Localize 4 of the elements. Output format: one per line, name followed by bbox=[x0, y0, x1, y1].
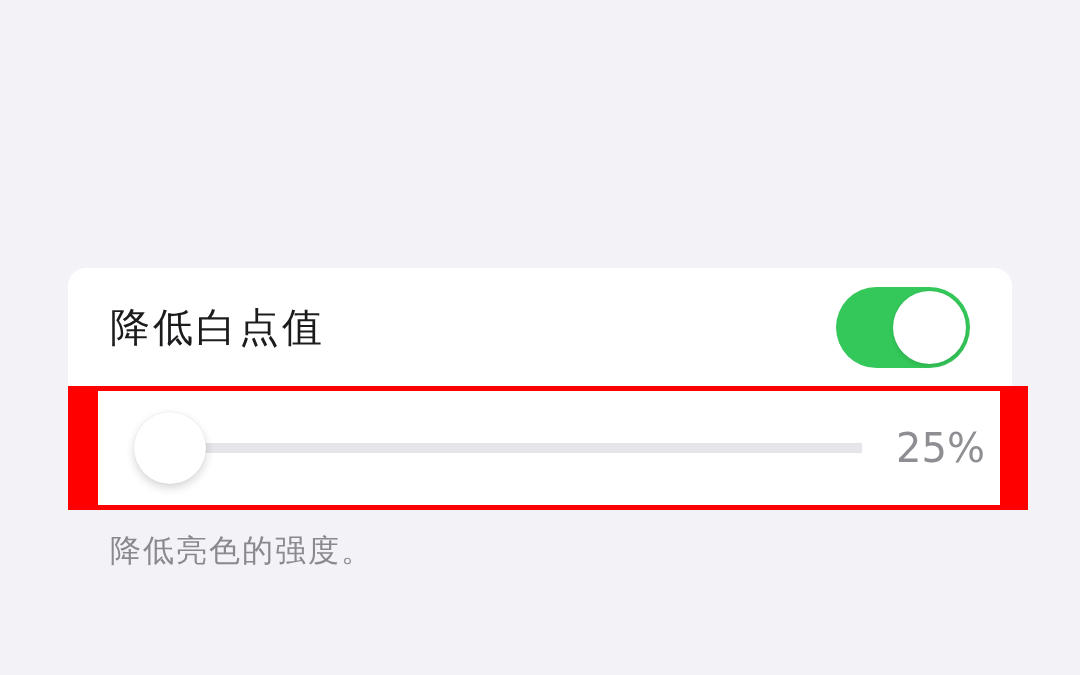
slider-thumb[interactable] bbox=[134, 412, 206, 484]
setting-label: 降低白点值 bbox=[110, 302, 325, 352]
footer-description: 降低亮色的强度。 bbox=[110, 531, 374, 570]
slider-value: 25% bbox=[896, 425, 985, 471]
